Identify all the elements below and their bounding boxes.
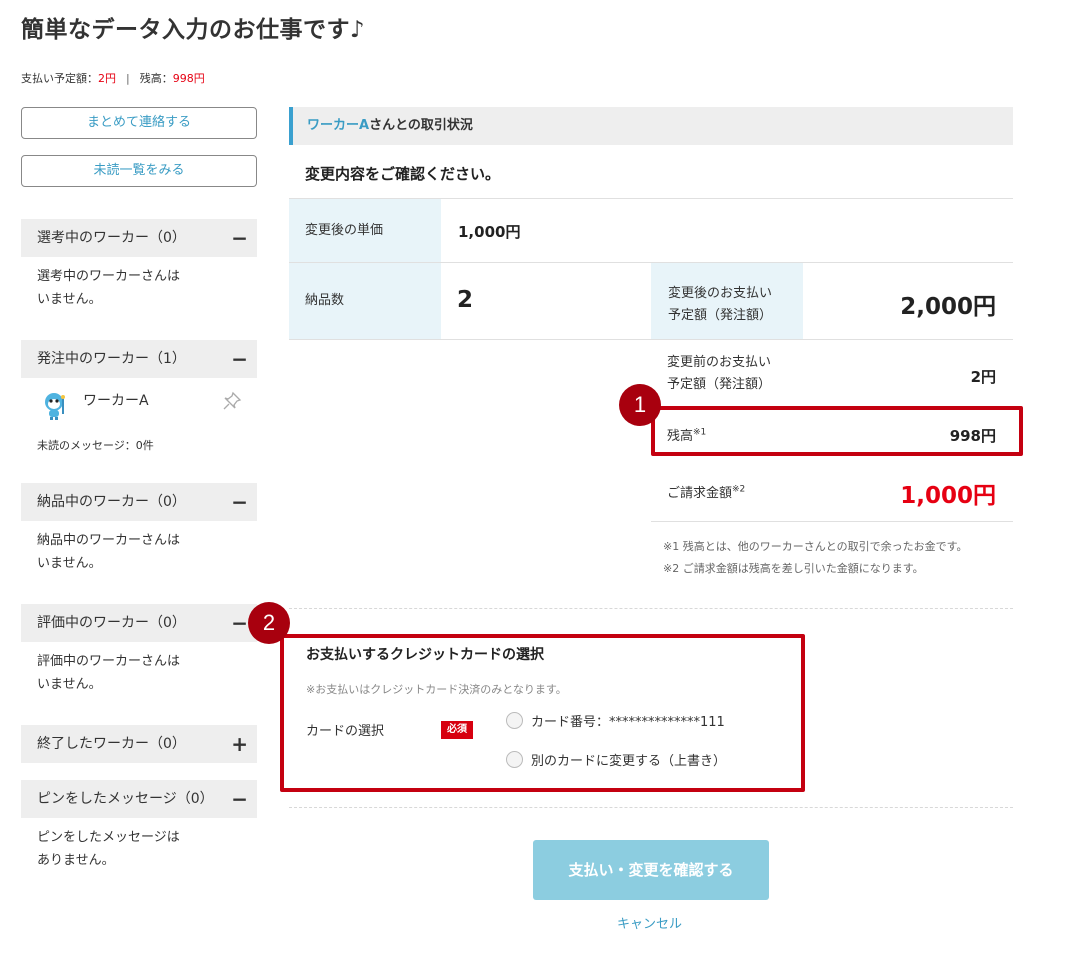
footnote-mark: ※2 <box>732 484 746 495</box>
unread-count: 未読のメッセージ：0件 <box>37 439 154 452</box>
annotation-badge-1: 1 <box>619 384 661 426</box>
divider <box>289 339 1013 340</box>
section-label: 発注中のワーカー（1） <box>37 351 186 367</box>
worker-name[interactable]: ワーカーA <box>83 390 149 410</box>
before-payment-label: 変更前のお支払い 予定額（発注額） <box>667 352 771 396</box>
footnote-1: ※1 残高とは、他のワーカーさんとの取引で余ったお金です。 <box>663 540 968 553</box>
section-empty-text: 納品中のワーカーさんは いません。 <box>37 529 180 575</box>
scheduled-payment-label: 支払い予定額： <box>21 72 98 85</box>
label-text: ご請求金額 <box>667 486 733 501</box>
collapse-icon[interactable]: − <box>231 483 248 521</box>
dashed-divider <box>289 807 1013 808</box>
section-evaluating-workers[interactable]: 評価中のワーカー（0） − <box>21 604 257 642</box>
quantity-label: 納品数 <box>289 263 441 339</box>
confirm-payment-button[interactable]: 支払い・変更を確認する <box>533 840 769 900</box>
cancel-link[interactable]: キャンセル <box>617 913 682 932</box>
billing-value: 1,000円 <box>900 483 996 509</box>
billing-label: ご請求金額※2 <box>667 482 745 501</box>
separator: | <box>126 72 130 85</box>
empty-text-line: 納品中のワーカーさんは <box>37 533 181 548</box>
after-payment-label: 変更後のお支払い 予定額（発注額） <box>651 263 803 339</box>
confirm-instruction: 変更内容をご確認ください。 <box>305 165 501 183</box>
label-line: 変更前のお支払い <box>667 355 772 370</box>
pin-icon[interactable] <box>221 390 243 412</box>
label-line: 変更後のお支払い <box>668 286 773 301</box>
section-selecting-workers[interactable]: 選考中のワーカー（0） − <box>21 219 257 257</box>
scheduled-payment-value: 2円 <box>98 72 116 85</box>
empty-text-line: いません。 <box>37 292 102 307</box>
divider <box>651 521 1013 522</box>
empty-text-line: ピンをしたメッセージは <box>37 830 180 845</box>
section-delivering-workers[interactable]: 納品中のワーカー（0） − <box>21 483 257 521</box>
annotation-badge-2: 2 <box>248 602 290 644</box>
section-label: 納品中のワーカー（0） <box>37 494 186 510</box>
section-empty-text: 評価中のワーカーさんは いません。 <box>37 650 180 696</box>
unit-price-label: 変更後の単価 <box>289 199 441 262</box>
collapse-icon[interactable]: − <box>231 604 248 642</box>
empty-text-line: ありません。 <box>37 853 115 868</box>
dashed-divider <box>289 608 1013 609</box>
empty-text-line: 評価中のワーカーさんは <box>37 654 181 669</box>
expand-icon[interactable]: + <box>231 725 248 763</box>
section-empty-text: ピンをしたメッセージは ありません。 <box>37 826 180 872</box>
balance-value: 998円 <box>172 72 205 85</box>
unit-price-value: 1,000円 <box>458 223 521 241</box>
transaction-status-header: ワーカーAさんとの取引状況 <box>289 107 1013 145</box>
section-label: 評価中のワーカー（0） <box>37 615 186 631</box>
section-label: 終了したワーカー（0） <box>37 736 186 752</box>
before-payment-value: 2円 <box>970 368 996 386</box>
section-finished-workers[interactable]: 終了したワーカー（0） + <box>21 725 257 763</box>
worker-avatar-icon <box>45 393 65 420</box>
section-pinned-messages[interactable]: ピンをしたメッセージ（0） − <box>21 780 257 818</box>
header-text: さんとの取引状況 <box>369 118 473 133</box>
footnote-2: ※2 ご請求金額は残高を差し引いた金額になります。 <box>663 562 924 575</box>
balance-summary: 支払い予定額：2円 | 残高：998円 <box>21 70 205 86</box>
empty-text-line: いません。 <box>37 556 102 571</box>
quantity-value: 2 <box>457 287 474 313</box>
collapse-icon[interactable]: − <box>231 780 248 818</box>
balance-label: 残高： <box>139 72 173 85</box>
contact-all-button[interactable]: まとめて連絡する <box>21 107 257 139</box>
collapse-icon[interactable]: − <box>231 219 248 257</box>
section-label: 選考中のワーカー（0） <box>37 230 186 246</box>
worker-item[interactable]: ワーカーA <box>21 386 257 426</box>
section-label: ピンをしたメッセージ（0） <box>37 791 214 807</box>
worker-name-link[interactable]: ワーカーA <box>307 118 369 133</box>
section-empty-text: 選考中のワーカーさんは いません。 <box>37 265 180 311</box>
collapse-icon[interactable]: − <box>231 340 248 378</box>
section-ordering-workers[interactable]: 発注中のワーカー（1） − <box>21 340 257 378</box>
empty-text-line: 選考中のワーカーさんは <box>37 269 181 284</box>
unread-list-button[interactable]: 未読一覧をみる <box>21 155 257 187</box>
page-title: 簡単なデータ入力のお仕事です♪ <box>21 17 366 43</box>
highlight-box-balance <box>651 406 1023 456</box>
after-payment-value: 2,000円 <box>900 294 996 320</box>
empty-text-line: いません。 <box>37 677 102 692</box>
label-line: 予定額（発注額） <box>667 377 772 392</box>
highlight-box-card <box>280 634 805 792</box>
label-line: 予定額（発注額） <box>668 308 773 323</box>
